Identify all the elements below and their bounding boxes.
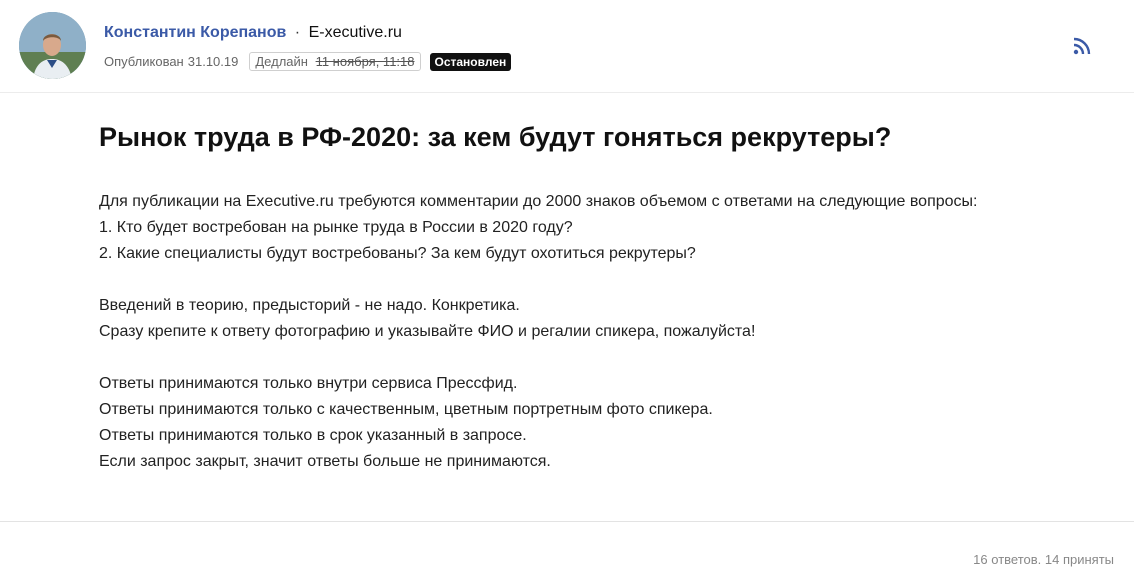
deadline-date: 11 ноября, 11:18 <box>315 54 415 69</box>
divider <box>0 521 1134 522</box>
request-title: Рынок труда в РФ-2020: за кем будут гоня… <box>99 122 892 152</box>
author-avatar[interactable] <box>19 12 86 79</box>
deadline-label: Дедлайн <box>255 54 308 69</box>
meta-line: Опубликован 31.10.19 Дедлайн 11 ноября, … <box>104 52 512 71</box>
body-line: Сразу крепите к ответу фотографию и указ… <box>99 323 756 340</box>
body-line: 1. Кто будет востребован на рынке труда … <box>99 219 573 236</box>
deadline-box: Дедлайн 11 ноября, 11:18 <box>249 52 421 71</box>
body-line: Ответы принимаются только с качественным… <box>99 401 713 418</box>
status-badge: Остановлен <box>429 52 512 71</box>
body-line: Если запрос закрыт, значит ответы больше… <box>99 453 551 470</box>
body-line: 2. Какие специалисты будут востребованы?… <box>99 245 696 262</box>
publication-link[interactable]: E-xecutive.ru <box>309 24 402 41</box>
published-date: 31.10.19 <box>187 54 239 69</box>
request-body: Для публикации на Executive.ru требуются… <box>99 189 999 475</box>
body-line: Ответы принимаются только внутри сервиса… <box>99 375 518 392</box>
request-header: Константин Корепанов · E-xecutive.ru Опу… <box>0 0 1134 93</box>
author-name-link[interactable]: Константин Корепанов <box>104 24 286 41</box>
rss-icon[interactable] <box>1072 36 1092 56</box>
body-line: Ответы принимаются только в срок указанн… <box>99 427 527 444</box>
body-line: Для публикации на Executive.ru требуются… <box>99 193 978 210</box>
author-line: Константин Корепанов · E-xecutive.ru <box>104 24 402 42</box>
body-line: Введений в теорию, предысторий - не надо… <box>99 297 520 314</box>
author-separator: · <box>294 24 301 41</box>
press-request-page: Константин Корепанов · E-xecutive.ru Опу… <box>0 0 1134 587</box>
answers-stats: 16 ответов. 14 приняты <box>973 552 1114 567</box>
avatar-photo <box>19 12 86 79</box>
published-label: Опубликован <box>104 54 184 69</box>
